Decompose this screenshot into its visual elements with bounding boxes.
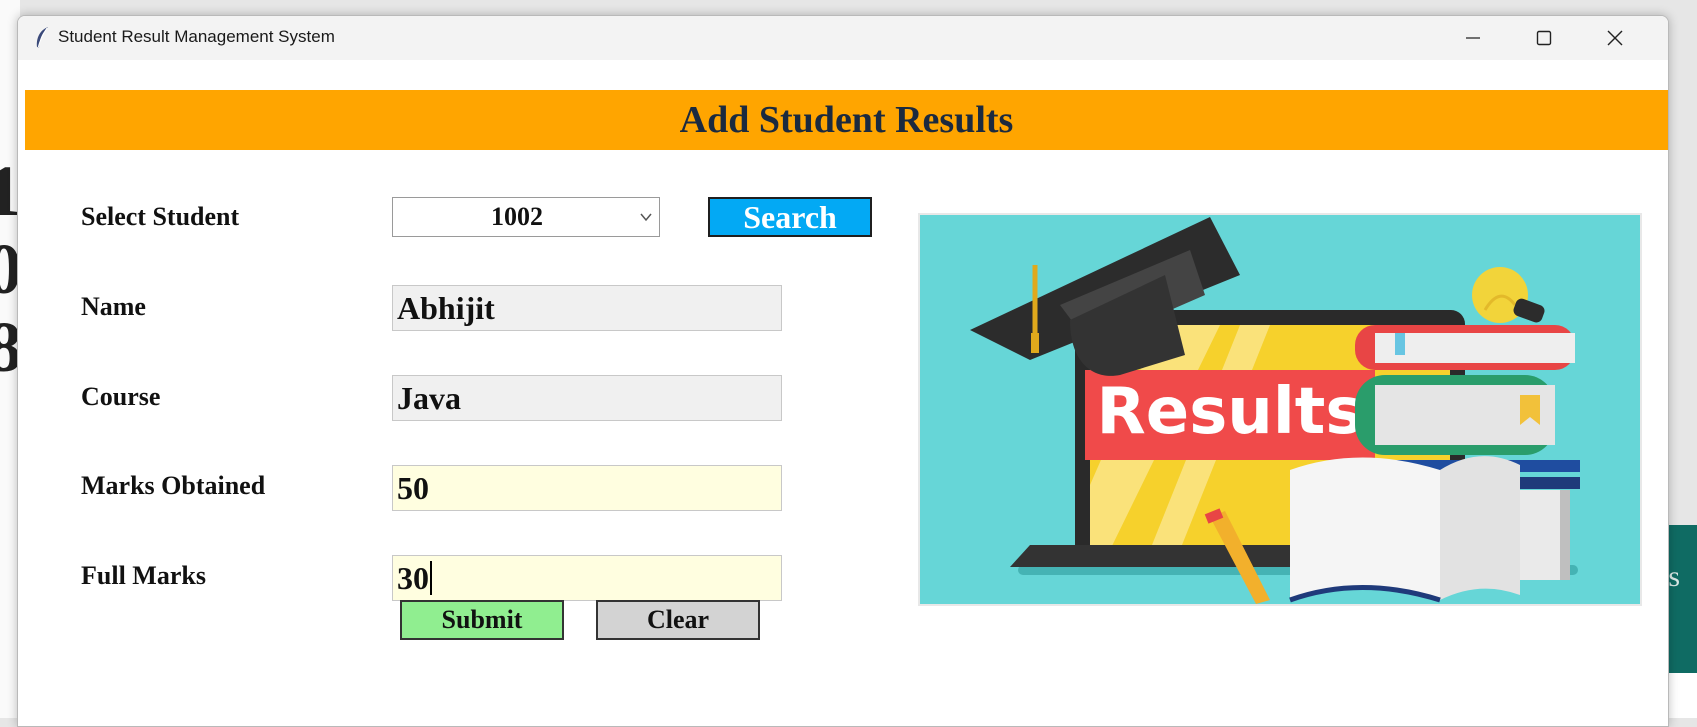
results-illustration-graphic: Results [970, 217, 1580, 604]
course-value: Java [397, 379, 461, 416]
background-window-right [1666, 525, 1697, 673]
results-illustration: Results [918, 213, 1642, 606]
background-strip [1666, 673, 1697, 718]
search-button[interactable]: Search [708, 197, 872, 237]
marks-obtained-field[interactable]: 50 [392, 465, 782, 511]
full-marks-value: 30 [397, 559, 429, 596]
maximize-icon [1536, 30, 1552, 46]
close-icon [1607, 30, 1623, 46]
marks-obtained-value: 50 [397, 469, 429, 506]
name-value: Abhijit [397, 289, 495, 326]
course-field[interactable]: Java [392, 375, 782, 421]
page-title: Add Student Results [679, 99, 1014, 141]
minimize-icon [1466, 37, 1480, 39]
submit-button[interactable]: Submit [400, 600, 564, 640]
app-window: Student Result Management System Add Stu… [17, 15, 1669, 727]
course-label: Course [81, 382, 161, 411]
clear-button[interactable]: Clear [596, 600, 760, 640]
close-button[interactable] [1580, 16, 1650, 60]
minimize-button[interactable] [1438, 16, 1508, 60]
text-caret [430, 561, 432, 595]
window-title: Student Result Management System [58, 27, 335, 46]
chevron-down-icon[interactable] [639, 210, 653, 224]
maximize-button[interactable] [1509, 16, 1579, 60]
name-label: Name [81, 292, 146, 321]
full-marks-label: Full Marks [81, 561, 206, 590]
select-student-label: Select Student [81, 202, 240, 231]
full-marks-field[interactable]: 30 [392, 555, 782, 601]
marks-obtained-label: Marks Obtained [81, 471, 266, 500]
student-select-value: 1002 [491, 202, 543, 231]
titlebar[interactable]: Student Result Management System [18, 16, 1668, 60]
feather-icon [36, 27, 48, 49]
student-select[interactable]: 1002 [392, 197, 660, 237]
name-field[interactable]: Abhijit [392, 285, 782, 331]
results-banner-text: Results [1097, 375, 1364, 449]
page-header: Add Student Results [25, 90, 1668, 150]
